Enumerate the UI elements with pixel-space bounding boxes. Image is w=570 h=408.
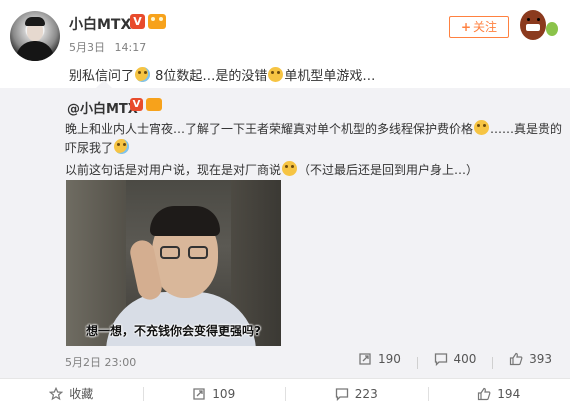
- repost-arrow: [96, 80, 112, 88]
- laugh-cry-emoji: [114, 139, 130, 154]
- repost-icon: [192, 387, 206, 401]
- vip-crown-icon: [146, 98, 162, 111]
- username[interactable]: 小白MTX: [69, 14, 131, 34]
- comment-icon: [434, 352, 448, 366]
- repost-text-line-2: 吓尿我了: [65, 139, 130, 156]
- repost-text-line-3: 以前这句话是对用户说，现在是对厂商说 （不过最后还是回到用户身上…）: [65, 161, 479, 177]
- post-time[interactable]: 14:17: [115, 41, 147, 54]
- post-date[interactable]: 5月3日: [69, 41, 105, 54]
- verified-badge-icon: V: [130, 14, 145, 29]
- repost-image[interactable]: 想一想，不充钱你会变得更强吗?: [66, 180, 281, 346]
- post-text: 别私信问了 8位数起…是的没错 单机型单游戏…: [69, 67, 376, 84]
- follow-label: 关注: [473, 20, 498, 34]
- repost-stats: 190 400 393: [346, 352, 552, 369]
- laugh-emoji: [282, 161, 298, 176]
- favorite-icon: [49, 386, 64, 401]
- post-meta: 5月3日 14:17: [69, 39, 152, 55]
- avatar[interactable]: [10, 11, 60, 61]
- repost-date[interactable]: 5月2日 23:00: [65, 354, 136, 370]
- grin-emoji: [474, 120, 490, 135]
- repost-icon: [358, 352, 372, 366]
- domo-mascot-icon: [512, 6, 558, 46]
- laugh-cry-emoji: [135, 67, 151, 82]
- weibo-post-card: 小白MTX V 5月3日 14:17 + 关注 别私信问了 8位数起…是的没错 单机…: [0, 0, 570, 408]
- follow-button[interactable]: + 关注: [449, 16, 509, 38]
- grin-emoji: [268, 67, 284, 82]
- image-caption: 想一想，不充钱你会变得更强吗?: [86, 324, 261, 338]
- action-bar: 收藏 109 223 194: [0, 378, 570, 408]
- comment-icon: [335, 387, 349, 401]
- vip-crown-icon: [148, 14, 166, 29]
- verified-badge-icon: V: [130, 98, 143, 111]
- repost-button[interactable]: 109: [142, 379, 286, 408]
- like-icon: [477, 387, 491, 401]
- repost-like-button[interactable]: 393: [509, 352, 552, 366]
- repost-comment-button[interactable]: 400: [434, 352, 476, 366]
- repost-section[interactable]: @小白MTX V 晚上和业内人士宵夜…了解了一下王者荣耀真对单个机型的多线程保护…: [0, 80, 570, 378]
- like-button[interactable]: 194: [427, 379, 570, 408]
- comment-button[interactable]: 223: [285, 379, 428, 408]
- favorite-button[interactable]: 收藏: [0, 379, 143, 408]
- repost-text-line-1: 晚上和业内人士宵夜…了解了一下王者荣耀真对单个机型的多线程保护费价格 ……真是贵的: [65, 120, 563, 136]
- repost-repost-button[interactable]: 190: [358, 352, 401, 366]
- repost-username[interactable]: @小白MTX: [67, 98, 138, 117]
- plus-icon: +: [460, 20, 472, 34]
- like-icon: [509, 352, 523, 366]
